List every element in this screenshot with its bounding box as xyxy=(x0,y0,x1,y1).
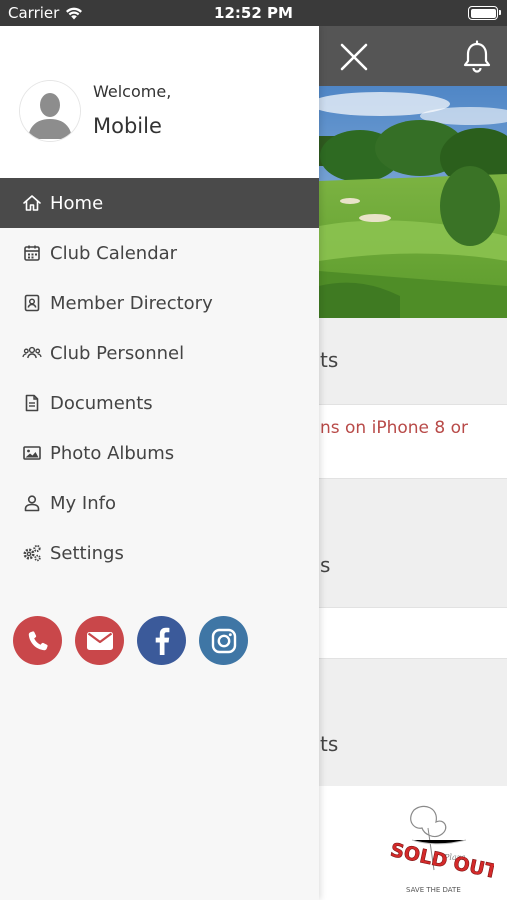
welcome-text: Welcome, xyxy=(93,82,172,101)
facebook-icon xyxy=(155,627,169,655)
menu-item-home[interactable]: Home xyxy=(0,178,319,228)
section-title: s xyxy=(320,553,331,577)
email-icon xyxy=(86,631,113,650)
menu-item-label: Club Personnel xyxy=(50,342,185,364)
menu-item-label: Documents xyxy=(50,392,153,414)
user-icon xyxy=(22,493,42,513)
phone-button[interactable] xyxy=(13,616,62,665)
image-icon xyxy=(22,443,42,463)
calendar-icon xyxy=(22,243,42,263)
side-drawer: Welcome, Mobile Home Club Calendar Membe… xyxy=(0,26,319,900)
facebook-button[interactable] xyxy=(137,616,186,665)
menu-item-club-personnel[interactable]: Club Personnel xyxy=(0,328,319,378)
news-link[interactable]: ns on iPhone 8 or xyxy=(320,418,468,438)
status-bar: Carrier 12:52 PM xyxy=(0,0,507,26)
section-title: ts xyxy=(320,732,339,756)
menu-item-label: My Info xyxy=(50,492,116,514)
contact-card-icon xyxy=(22,293,42,313)
svg-text:SOLD OUT!: SOLD OUT! xyxy=(388,839,494,885)
avatar[interactable] xyxy=(20,81,80,141)
menu-item-label: Photo Albums xyxy=(50,442,175,464)
close-icon[interactable] xyxy=(337,40,371,74)
phone-icon xyxy=(28,630,48,650)
user-silhouette-icon xyxy=(20,81,80,141)
menu-item-label: Home xyxy=(50,192,104,214)
menu-item-club-calendar[interactable]: Club Calendar xyxy=(0,228,319,278)
menu-item-settings[interactable]: Settings xyxy=(0,528,319,578)
menu-item-label: Member Directory xyxy=(50,292,213,314)
battery-icon xyxy=(468,6,501,20)
instagram-button[interactable] xyxy=(199,616,248,665)
document-icon xyxy=(22,393,42,413)
home-icon xyxy=(22,193,42,213)
menu-item-member-directory[interactable]: Member Directory xyxy=(0,278,319,328)
section-title: ts xyxy=(320,348,339,372)
email-button[interactable] xyxy=(75,616,124,665)
status-time: 12:52 PM xyxy=(214,4,293,22)
profile-header: Welcome, Mobile xyxy=(0,26,319,178)
user-name: Mobile xyxy=(93,114,162,138)
menu-item-label: Settings xyxy=(50,542,124,564)
gears-icon xyxy=(22,543,42,563)
menu-item-my-info[interactable]: My Info xyxy=(0,478,319,528)
menu-item-photo-albums[interactable]: Photo Albums xyxy=(0,428,319,478)
group-icon xyxy=(22,343,42,363)
svg-text:SAVE THE DATE: SAVE THE DATE xyxy=(406,886,461,894)
social-links xyxy=(13,616,248,665)
promo-image[interactable]: Plaza SOLD OUT! SAVE THE DATE xyxy=(384,800,494,900)
menu-item-label: Club Calendar xyxy=(50,242,178,264)
instagram-icon xyxy=(211,628,236,653)
bell-icon[interactable] xyxy=(461,40,493,74)
menu-item-documents[interactable]: Documents xyxy=(0,378,319,428)
drawer-menu: Home Club Calendar Member Directory Club… xyxy=(0,178,319,578)
